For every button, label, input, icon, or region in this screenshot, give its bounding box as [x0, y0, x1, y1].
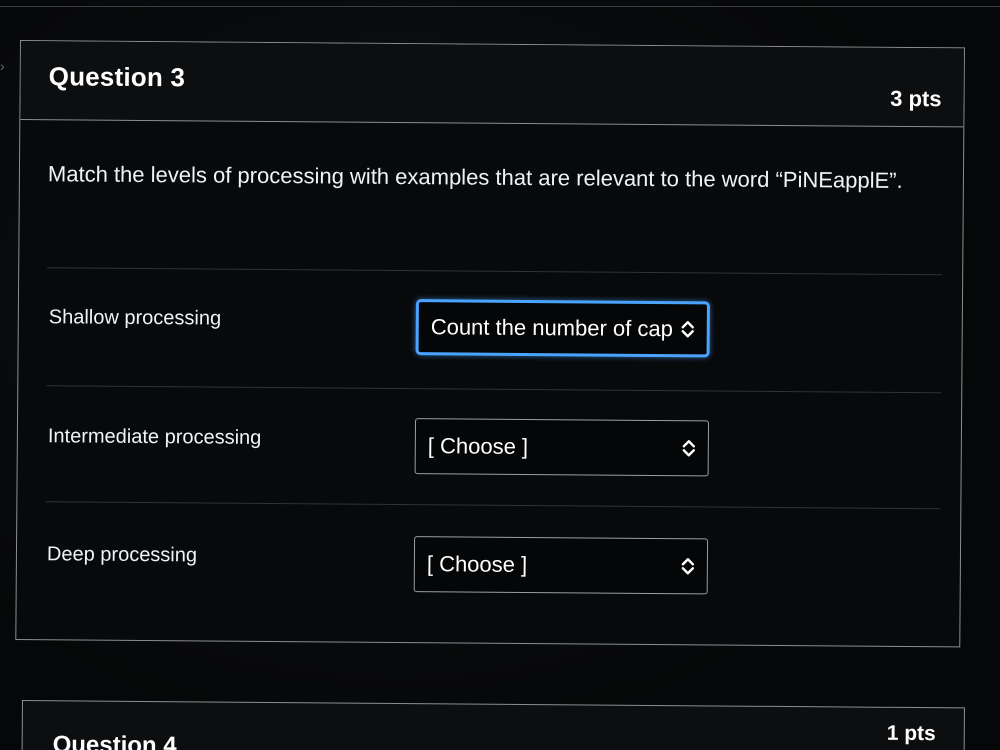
- deep-processing-select[interactable]: [ Choose ]: [413, 536, 709, 595]
- shallow-processing-select[interactable]: Count the number of capital letters: [415, 299, 710, 358]
- select-value: Count the number of capital letters: [430, 314, 673, 342]
- updown-chevron-icon: [681, 558, 695, 575]
- question-text: Match the levels of processing with exam…: [47, 161, 903, 193]
- match-label-intermediate: Intermediate processing: [47, 425, 262, 449]
- divider: [46, 385, 942, 394]
- next-question-points: 1 pts: [886, 721, 936, 746]
- quiz-page: › Question 3 3 pts Match the levels of p…: [0, 0, 1000, 750]
- question-points: 3 pts: [890, 85, 942, 112]
- question-card: Question 3 3 pts Match the levels of pro…: [15, 40, 965, 648]
- next-question-title: Question 4: [52, 731, 177, 750]
- select-value: [ Choose ]: [427, 433, 529, 460]
- updown-chevron-icon: [682, 440, 696, 457]
- match-label-shallow: Shallow processing: [48, 306, 222, 330]
- divider: [47, 267, 943, 276]
- question-title: Question 3: [48, 61, 186, 93]
- chevron-right-icon[interactable]: ›: [0, 56, 10, 76]
- question-header: Question 3 3 pts: [20, 41, 964, 128]
- select-value: [ Choose ]: [426, 551, 528, 577]
- intermediate-processing-select[interactable]: [ Choose ]: [414, 418, 710, 477]
- top-strip: [0, 0, 1000, 7]
- updown-chevron-icon: [681, 321, 694, 338]
- divider: [45, 501, 941, 510]
- next-question-card: Question 4 1 pts: [21, 700, 965, 750]
- match-label-deep: Deep processing: [46, 543, 198, 567]
